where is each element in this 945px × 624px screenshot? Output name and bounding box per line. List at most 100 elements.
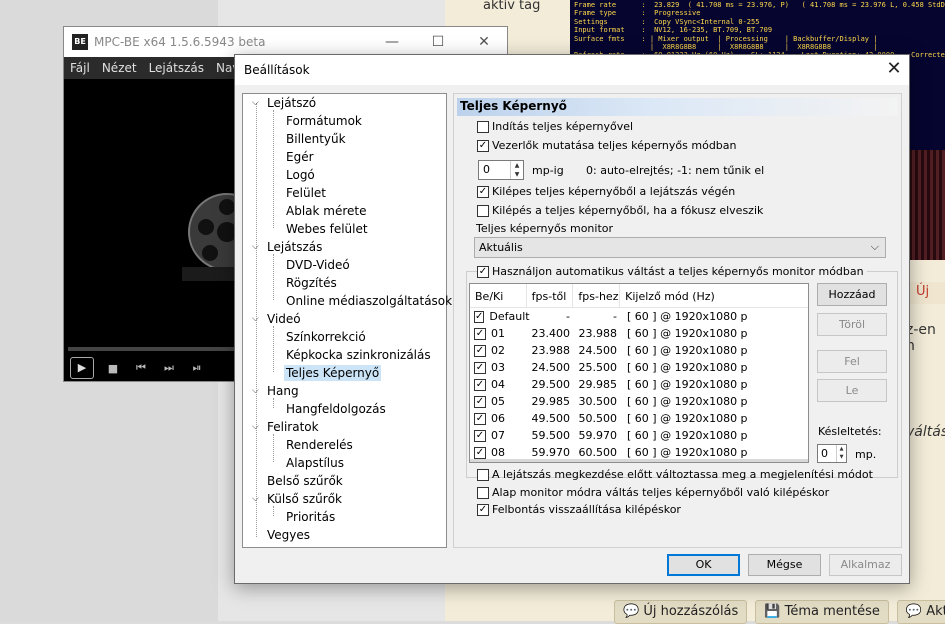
auto-switch-checkbox[interactable]: ✓ Használjon automatikus váltást a teljes… — [477, 265, 867, 278]
menu-view[interactable]: Nézet — [102, 61, 137, 75]
table-row[interactable]: ✓ 05 29.985 30.500 [ 60 ] @ 1920x1080 p — [470, 393, 808, 410]
tree-item-label: Alapstílus — [286, 456, 344, 470]
row-checkbox[interactable]: ✓ — [474, 412, 486, 425]
menu-file[interactable]: Fájl — [70, 61, 90, 75]
tree-item-eger[interactable]: Egér — [286, 148, 314, 166]
tree-item-online-media[interactable]: Online médiaszolgáltatások — [286, 292, 452, 310]
row-checkbox[interactable]: ✓ — [474, 344, 486, 357]
tree-item-video[interactable]: Videó — [267, 310, 301, 328]
tree-item-hang[interactable]: Hang — [267, 382, 299, 400]
checkbox-label: Alap monitor módra váltás teljes képerny… — [492, 486, 830, 499]
new-post-button[interactable]: 💬 Új hozzászólás — [614, 600, 748, 624]
tree-item-dvd-video[interactable]: DVD-Videó — [286, 256, 350, 274]
tree-item-formatumok[interactable]: Formátumok — [286, 112, 362, 130]
collapse-icon[interactable]: ⌵ — [252, 423, 261, 432]
prev-icon[interactable]: ⏮ — [132, 361, 150, 375]
tree-item-szinkorrekcio[interactable]: Színkorrekció — [286, 328, 366, 346]
row-checkbox[interactable]: ✓ — [474, 327, 486, 340]
forum-new-link[interactable]: Új — [905, 282, 945, 304]
collapse-icon[interactable]: ⌵ — [252, 315, 261, 324]
change-before-play-checkbox[interactable]: A lejátszás megkezdése előtt változtassa… — [477, 468, 873, 481]
minimize-icon[interactable]: — — [369, 34, 415, 50]
tree-item-alapstilus[interactable]: Alapstílus — [286, 454, 344, 472]
tree-item-lejatszo[interactable]: Lejátszó — [267, 94, 316, 112]
tree-item-logo[interactable]: Logó — [286, 166, 315, 184]
maximize-icon[interactable]: ☐ — [415, 34, 461, 50]
add-button[interactable]: Hozzáad — [817, 283, 887, 306]
frame-step-icon[interactable]: ⏯ — [188, 361, 206, 375]
tree-item-rendereles[interactable]: Renderelés — [286, 436, 353, 454]
tree-item-felulet[interactable]: Felület — [286, 184, 326, 202]
tree-item-rogzites[interactable]: Rögzítés — [286, 274, 337, 292]
row-checkbox[interactable]: ✓ — [474, 446, 486, 459]
settings-tree[interactable]: ⌵ Lejátszó Formátumok Billentyűk Egér Lo… — [242, 93, 452, 548]
start-fullscreen-checkbox[interactable]: Indítás teljes képernyővel — [477, 120, 633, 133]
row-checkbox[interactable]: ✓ — [474, 361, 486, 374]
column-header[interactable]: fps-hez — [573, 284, 621, 308]
row-checkbox[interactable]: ✓ — [474, 310, 485, 323]
row-fps-to: 59.970 — [578, 429, 618, 442]
default-mode-on-exit-checkbox[interactable]: Alap monitor módra váltás teljes képerny… — [477, 486, 829, 499]
apply-button[interactable]: Alkalmaz — [829, 554, 902, 576]
close-icon[interactable]: ✕ — [461, 34, 507, 50]
tree-item-ablak-merete[interactable]: Ablak mérete — [286, 202, 367, 220]
cancel-button[interactable]: Mégse — [748, 554, 821, 576]
table-row[interactable]: ✓ 03 24.500 25.500 [ 60 ] @ 1920x1080 p — [470, 359, 808, 376]
delete-button[interactable]: Töröl — [817, 313, 887, 336]
exit-on-focus-loss-checkbox[interactable]: Kilépés a teljes képernyőből, ha a fókus… — [477, 204, 763, 217]
tree-item-feliratok[interactable]: Feliratok — [267, 418, 319, 436]
player-seekbar[interactable] — [68, 347, 238, 351]
row-checkbox[interactable]: ✓ — [474, 395, 486, 408]
tree-item-vegyes[interactable]: Vegyes — [267, 526, 310, 544]
row-checkbox[interactable]: ✓ — [474, 378, 486, 391]
tree-item-belso-szurok[interactable]: Belső szűrők — [267, 472, 343, 490]
tree-item-lejatszas[interactable]: Lejátszás — [267, 238, 322, 256]
delay-stepper[interactable]: 0 ▲ ▼ — [817, 444, 847, 463]
next-icon[interactable]: ⏭ — [160, 361, 178, 375]
table-row[interactable]: ✓ 07 59.500 59.970 [ 60 ] @ 1920x1080 p — [470, 427, 808, 444]
ok-button[interactable]: OK — [667, 554, 740, 576]
move-up-button[interactable]: Fel — [817, 350, 887, 373]
column-header[interactable]: Be/Ki — [470, 284, 527, 308]
menu-play[interactable]: Lejátszás — [149, 61, 204, 75]
tree-item-prioritas[interactable]: Prioritás — [286, 508, 335, 526]
table-row[interactable]: ✓ Default - -[ 60 ] @ 1920x1080 p — [470, 308, 808, 325]
tree-line — [273, 326, 274, 372]
collapse-icon[interactable]: ⌵ — [252, 495, 261, 504]
collapse-icon[interactable]: ⌵ — [252, 99, 261, 108]
move-down-button[interactable]: Le — [817, 379, 887, 402]
row-checkbox[interactable]: ✓ — [474, 429, 486, 442]
tree-item-billentyuk[interactable]: Billentyűk — [286, 130, 346, 148]
table-row[interactable]: ✓ 01 23.400 23.988 [ 60 ] @ 1920x1080 p — [470, 325, 808, 342]
table-row[interactable]: ✓ 02 23.988 24.500 [ 60 ] @ 1920x1080 p — [470, 342, 808, 359]
monitor-select[interactable]: Aktuális ⌵ — [474, 237, 886, 258]
display-mode-table[interactable]: Be/Ki fps-től fps-hez Kijelző mód (Hz) ✓… — [469, 283, 809, 463]
save-topic-button[interactable]: 💾 Téma mentése — [755, 600, 889, 624]
exit-at-end-checkbox[interactable]: ✓ Kilépes teljes képernyőből a lejátszás … — [477, 185, 735, 198]
spin-arrows-icon[interactable]: ▲ ▼ — [836, 445, 846, 462]
tree-item-kepkocka-szinkron[interactable]: Képkocka szinkronizálás — [286, 346, 431, 364]
spin-arrows-icon[interactable]: ▲ ▼ — [510, 161, 523, 179]
column-header[interactable]: fps-től — [527, 284, 574, 308]
active-topics-button[interactable]: 💬 Aktív t — [896, 600, 945, 624]
table-row[interactable]: ✓ 04 29.500 29.985 [ 60 ] @ 1920x1080 p — [470, 376, 808, 393]
stop-icon[interactable]: ■ — [104, 362, 122, 375]
show-controls-checkbox[interactable]: ✓ Vezerlők mutatása teljes képernyős módb… — [477, 139, 737, 152]
tree-item-teljes-kepernyo[interactable]: Teljes Képernyő — [284, 364, 382, 382]
collapse-icon[interactable]: ⌵ — [252, 387, 261, 396]
tree-item-hangfeldolgozas[interactable]: Hangfeldolgozás — [286, 400, 386, 418]
hide-delay-stepper[interactable]: 0 ▲ ▼ — [478, 160, 524, 180]
play-button[interactable]: ▶ — [70, 357, 94, 379]
column-header[interactable]: Kijelző mód (Hz) — [620, 284, 808, 308]
table-row[interactable]: ✓ 06 49.500 50.500 [ 60 ] @ 1920x1080 p — [470, 410, 808, 427]
collapse-icon[interactable]: ⌵ — [252, 243, 261, 252]
tree-item-webes-felulet[interactable]: Webes felület — [286, 220, 368, 238]
tree-item-kulso-szurok[interactable]: Külső szűrők — [267, 490, 342, 508]
restore-resolution-checkbox[interactable]: ✓ Felbontás visszaállítása kilépéskor — [477, 503, 681, 516]
player-logo-icon: BE — [72, 34, 88, 50]
row-mode: [ 60 ] @ 1920x1080 p — [627, 378, 748, 391]
close-icon[interactable]: ✕ — [879, 55, 909, 85]
settings-dialog: Beállítások ✕ ⌵ Lejátszó Formátumok Bill… — [234, 54, 910, 584]
table-scrollbar[interactable] — [470, 459, 808, 462]
delay-label: Késleltetés: — [818, 425, 882, 438]
